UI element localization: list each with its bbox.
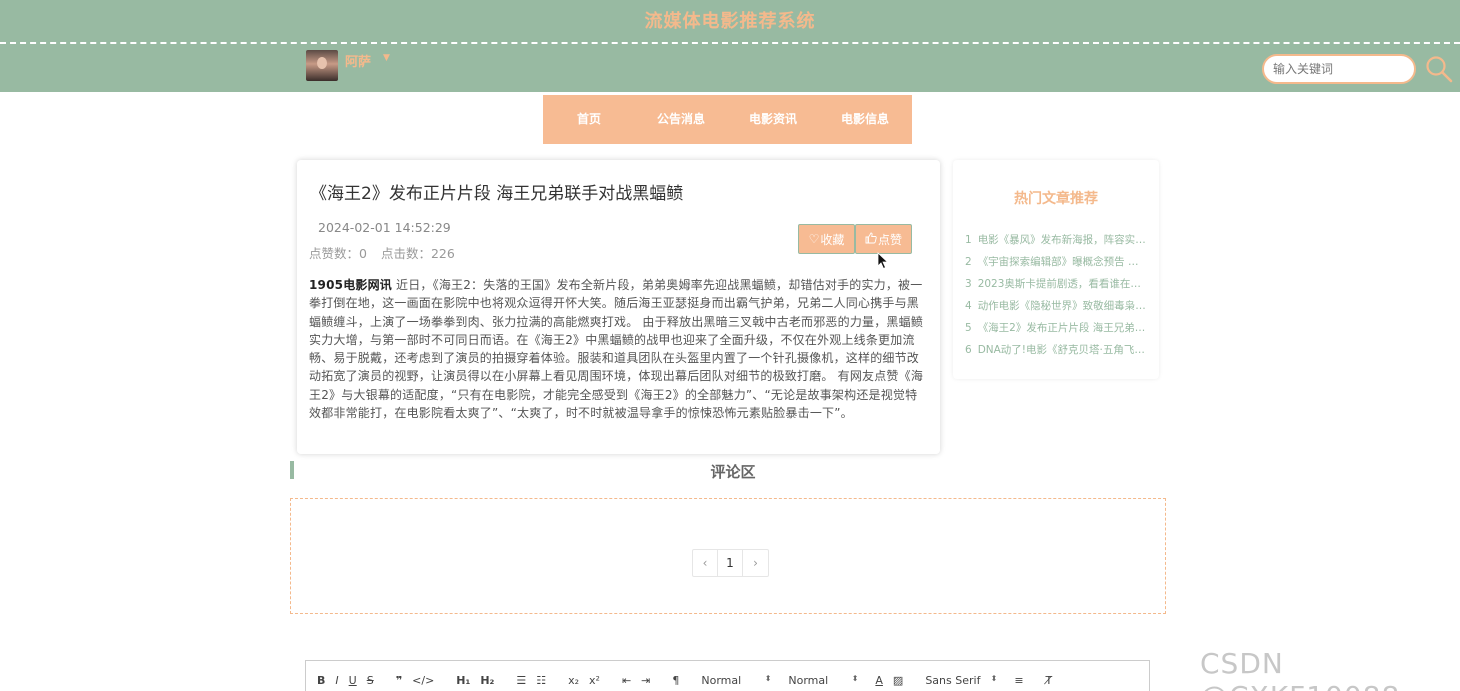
watermark: CSDN @CXKF10088 (1200, 647, 1399, 691)
strikethrough-icon[interactable]: S (367, 674, 374, 687)
nav-home[interactable]: 首页 (543, 95, 635, 144)
mouse-cursor-icon (877, 252, 889, 270)
background-color-icon[interactable]: ▨ (893, 674, 903, 687)
text-direction-icon[interactable]: ¶ (672, 674, 679, 687)
like-button[interactable]: 点赞 (855, 224, 912, 254)
superscript-icon[interactable]: x² (589, 674, 600, 687)
hot-article-item[interactable]: 4 动作电影《隐秘世界》致敬细毒枭犯罪片 (965, 298, 1149, 320)
article-date: 2024-02-01 14:52:29 (318, 220, 451, 235)
hot-article-item[interactable]: 6DNA动了!电影《舒克贝塔·五角飞碟》定档 (965, 342, 1149, 364)
click-count: 点击数：226 (380, 246, 455, 261)
font-select[interactable]: Sans Serif ⬍ (925, 674, 997, 687)
favorite-button[interactable]: ♡ 收藏 (798, 224, 855, 254)
subscript-icon[interactable]: x₂ (568, 674, 579, 687)
chevron-down-icon[interactable]: ▼ (383, 53, 390, 63)
hot-articles-title: 热门文章推荐 (1014, 191, 1098, 207)
select-arrow-icon: ⬍ (851, 673, 859, 683)
article-title: 《海王2》发布正片片段 海王兄弟联手对战黑蝠鲼 (310, 184, 684, 204)
pagination: ‹ 1 › (692, 549, 769, 577)
comment-section-title: 评论区 (710, 463, 756, 481)
bullet-list-icon[interactable]: ☷ (536, 674, 546, 687)
heart-icon: ♡ (808, 232, 820, 246)
clear-format-icon[interactable]: T̸ (1046, 674, 1053, 687)
hot-article-item[interactable]: 32023奥斯卡提前剧透，看看谁在热门名单 (965, 276, 1149, 298)
nav-movie-info[interactable]: 电影信息 (819, 95, 911, 144)
hot-articles-list: 1电影《暴风》发布新海报，阵容实力强大 2《宇宙探索编辑部》曝概念预告 笑中带泪… (965, 232, 1149, 364)
avatar-face (317, 57, 327, 69)
username[interactable]: 阿萨 (345, 51, 371, 70)
heading1-icon[interactable]: H₁ (456, 674, 470, 687)
text-color-icon[interactable]: A (875, 674, 883, 687)
article-source: 1905电影网讯 (309, 278, 392, 292)
italic-icon[interactable]: I (335, 674, 338, 687)
heading2-icon[interactable]: H₂ (480, 674, 494, 687)
hot-article-item[interactable]: 1 电影《暴风》发布新海报，阵容实力强大 (965, 232, 1149, 254)
editor-toolbar: B I U S ❞ </> H₁ H₂ ☰ ☷ x₂ x² ⇤ ⇥ ¶ Norm… (305, 660, 1150, 691)
next-page-button[interactable]: › (743, 550, 768, 576)
underline-icon[interactable]: U (349, 674, 357, 687)
page-number[interactable]: 1 (718, 550, 743, 576)
article-body: 1905电影网讯 近日，《海王2：失落的王国》发布全新片段，弟弟奥姆率先迎战黑蝠… (309, 276, 929, 422)
outdent-icon[interactable]: ⇤ (622, 674, 631, 687)
comment-list: ‹ 1 › (290, 498, 1166, 614)
article-card: 《海王2》发布正片片段 海王兄弟联手对战黑蝠鲼 2024-02-01 14:52… (297, 160, 940, 454)
hot-article-item[interactable]: 2《宇宙探索编辑部》曝概念预告 笑中带泪 (965, 254, 1149, 276)
search-icon[interactable] (1425, 55, 1453, 83)
like-count: 点赞数：0 (309, 246, 367, 261)
search-input[interactable] (1262, 54, 1416, 84)
main-nav: 首页 公告消息 电影资讯 电影信息 (543, 95, 912, 144)
select-arrow-icon: ⬍ (764, 673, 772, 683)
article-text: 近日，《海王2：失落的王国》发布全新片段，弟弟奥姆率先迎战黑蝠鲼，却错估对手的实… (309, 278, 924, 421)
indent-icon[interactable]: ⇥ (641, 674, 650, 687)
thumbs-up-icon (865, 232, 877, 247)
prev-page-button[interactable]: ‹ (693, 550, 718, 576)
avatar[interactable] (306, 50, 338, 81)
select-arrow-icon: ⬍ (990, 673, 998, 683)
nav-notices[interactable]: 公告消息 (635, 95, 727, 144)
favorite-label: 收藏 (820, 232, 845, 247)
site-title: 流媒体电影推荐系统 (644, 11, 816, 32)
size-select[interactable]: Normal ⬍ (788, 674, 858, 687)
bold-icon[interactable]: B (317, 674, 325, 687)
header: 流媒体电影推荐系统 阿萨 ▼ (0, 0, 1460, 92)
ordered-list-icon[interactable]: ☰ (516, 674, 526, 687)
article-stats: 点赞数：0 点击数：226 (309, 243, 465, 262)
header-select[interactable]: Normal ⬍ (701, 674, 771, 687)
hot-article-item[interactable]: 5《海王2》发布正片片段 海王兄弟联手对战黑蝠鲼 (965, 320, 1149, 342)
like-label: 点赞 (877, 232, 902, 247)
hot-articles-panel: 热门文章推荐 1 电影《暴风》发布新海报，阵容实力强大 2 《宇宙探索编辑部》曝概念… (953, 160, 1159, 379)
code-block-icon[interactable]: </> (412, 674, 434, 687)
blockquote-icon[interactable]: ❞ (396, 674, 402, 687)
align-icon[interactable]: ≡ (1014, 674, 1023, 687)
header-divider (0, 42, 1460, 44)
nav-movie-news[interactable]: 电影资讯 (727, 95, 819, 144)
